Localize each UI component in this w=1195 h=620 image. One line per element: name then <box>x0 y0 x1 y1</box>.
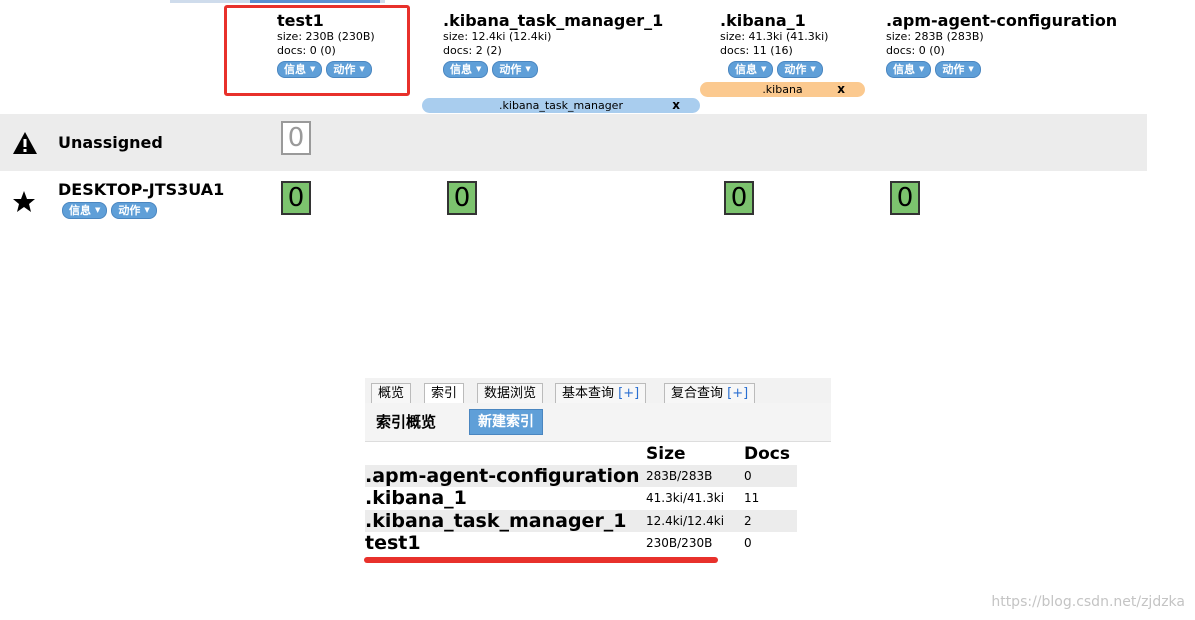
info-button[interactable]: 信息 ▼ <box>886 61 932 78</box>
chevron-down-icon: ▼ <box>525 65 531 73</box>
row-index-name[interactable]: .kibana_1 <box>365 487 467 509</box>
index-docs: docs: 0 (0) <box>886 44 945 57</box>
node-name: DESKTOP-JTS3UA1 <box>58 180 225 199</box>
index-docs: docs: 11 (16) <box>720 44 793 57</box>
warning-icon <box>12 131 38 159</box>
index-name[interactable]: .kibana_task_manager_1 <box>443 12 663 30</box>
chevron-down-icon: ▼ <box>761 65 767 73</box>
top-bar-active-line <box>250 0 380 3</box>
alias-kibana-task-manager[interactable]: .kibana_task_manager x <box>422 98 700 113</box>
row-size: 283B/283B <box>646 469 713 483</box>
action-button[interactable]: 动作 ▼ <box>111 202 157 219</box>
node-buttons: 信息 ▼ 动作 ▼ <box>62 202 157 219</box>
close-icon[interactable]: x <box>672 98 680 113</box>
tab-bar: 概览 索引 数据浏览 基本查询 [+] 复合查询 [+] <box>365 378 831 404</box>
highlight-underline <box>364 557 718 563</box>
action-button[interactable]: 动作 ▼ <box>492 61 538 78</box>
tab-browser[interactable]: 数据浏览 <box>477 383 544 403</box>
shard-kibana-task-manager[interactable]: 0 <box>447 181 477 215</box>
action-button[interactable]: 动作 ▼ <box>935 61 981 78</box>
table-row: .kibana_task_manager_1 12.4ki/12.4ki 2 <box>365 510 797 532</box>
row-size: 12.4ki/12.4ki <box>646 514 725 528</box>
tab-indices[interactable]: 索引 <box>424 383 465 403</box>
panel-title: 索引概览 <box>376 413 437 431</box>
action-button[interactable]: 动作 ▼ <box>777 61 823 78</box>
index-header-apm-agent-configuration: .apm-agent-configuration size: 283B (283… <box>886 12 1117 78</box>
alias-kibana[interactable]: .kibana x <box>700 82 865 97</box>
close-icon[interactable]: x <box>837 82 845 97</box>
tab-compound-query[interactable]: 复合查询 [+] <box>664 383 756 403</box>
index-size: size: 283B (283B) <box>886 30 984 43</box>
index-size: size: 41.3ki (41.3ki) <box>720 30 829 43</box>
unassigned-shard[interactable]: 0 <box>281 121 311 155</box>
row-index-name[interactable]: .kibana_task_manager_1 <box>365 510 627 532</box>
row-size: 41.3ki/41.3ki <box>646 491 725 505</box>
alias-label: .kibana_task_manager <box>499 99 623 112</box>
chevron-down-icon: ▼ <box>144 206 150 214</box>
row-index-name[interactable]: test1 <box>365 532 421 554</box>
unassigned-row <box>0 114 1147 171</box>
shard-apm-agent-configuration[interactable]: 0 <box>890 181 920 215</box>
col-size-header: Size <box>646 444 686 464</box>
tab-basic-query[interactable]: 基本查询 [+] <box>555 383 647 403</box>
index-name[interactable]: .kibana_1 <box>720 12 828 30</box>
index-header-kibana-task-manager: .kibana_task_manager_1 size: 12.4ki (12.… <box>443 12 663 78</box>
chevron-down-icon: ▼ <box>476 65 482 73</box>
chevron-down-icon: ▼ <box>968 65 974 73</box>
chevron-down-icon: ▼ <box>810 65 816 73</box>
shard-test1[interactable]: 0 <box>281 181 311 215</box>
row-index-name[interactable]: .apm-agent-configuration <box>365 465 640 487</box>
unassigned-label: Unassigned <box>58 133 163 152</box>
info-button[interactable]: 信息 ▼ <box>728 61 774 78</box>
chevron-down-icon: ▼ <box>95 206 101 214</box>
index-docs: docs: 2 (2) <box>443 44 502 57</box>
chevron-down-icon: ▼ <box>919 65 925 73</box>
table-row: .apm-agent-configuration 283B/283B 0 <box>365 465 797 487</box>
watermark: https://blog.csdn.net/zjdzka <box>991 594 1185 610</box>
row-docs: 11 <box>744 491 760 505</box>
row-size: 230B/230B <box>646 536 713 550</box>
row-docs: 0 <box>744 469 752 483</box>
info-button[interactable]: 信息 ▼ <box>443 61 489 78</box>
table-row: test1 230B/230B 0 <box>365 532 797 554</box>
shard-kibana-1[interactable]: 0 <box>724 181 754 215</box>
index-size: size: 12.4ki (12.4ki) <box>443 30 552 43</box>
col-docs-header: Docs <box>744 444 790 464</box>
index-overview-toolbar: 索引概览 新建索引 <box>365 403 831 442</box>
index-header-kibana-1: .kibana_1 size: 41.3ki (41.3ki) docs: 11… <box>720 12 828 78</box>
info-button[interactable]: 信息 ▼ <box>62 202 108 219</box>
index-name[interactable]: .apm-agent-configuration <box>886 12 1117 30</box>
row-docs: 0 <box>744 536 752 550</box>
row-docs: 2 <box>744 514 752 528</box>
new-index-button[interactable]: 新建索引 <box>469 409 543 435</box>
table-row: .kibana_1 41.3ki/41.3ki 11 <box>365 487 797 509</box>
star-icon <box>12 190 36 218</box>
highlight-box <box>224 5 410 96</box>
tab-overview[interactable]: 概览 <box>371 383 412 403</box>
